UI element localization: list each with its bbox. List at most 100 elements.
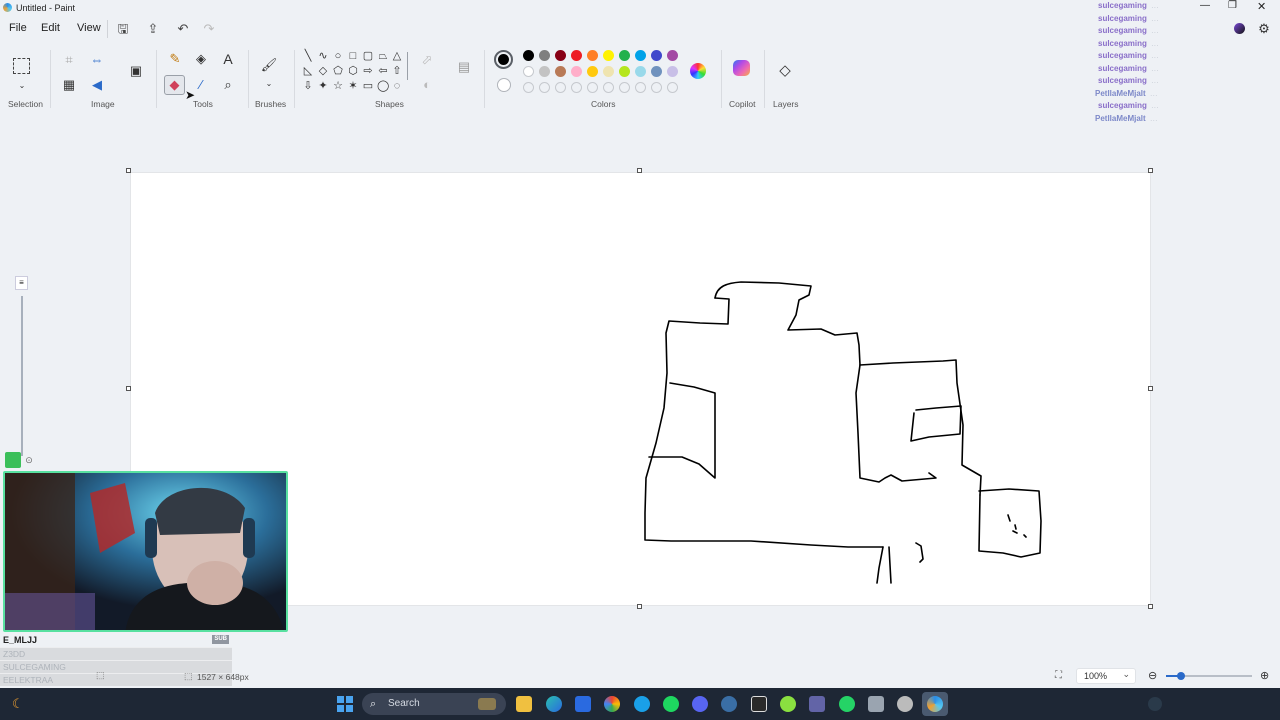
callout-oval-shape-icon[interactable]: ◯ [377,80,389,92]
color-swatch[interactable] [619,66,630,77]
pentagon-shape-icon[interactable]: ⬠ [332,65,344,77]
color-swatch[interactable] [651,66,662,77]
custom-color-slot[interactable] [667,82,678,93]
skype-icon[interactable] [634,696,650,712]
spotify-icon[interactable] [663,696,679,712]
rounded-rectangle-shape-icon[interactable]: ▢ [362,50,374,62]
crop-icon[interactable]: ⌗ [60,51,78,69]
resize-handle[interactable] [126,386,131,391]
five-point-star-shape-icon[interactable]: ☆ [332,80,344,92]
rectangle-shape-icon[interactable]: □ [347,50,359,62]
callout-cloud-shape-icon[interactable]: ◌ [391,80,403,92]
selection-rect-icon[interactable] [13,58,30,74]
chevron-down-icon[interactable]: ⌄ [13,77,31,95]
diamond-shape-icon[interactable]: ◇ [317,65,329,77]
edge-icon[interactable] [546,696,562,712]
save-icon[interactable]: 🖫 [115,21,131,37]
steam-icon[interactable] [721,696,737,712]
start-button[interactable] [337,696,353,712]
teams-icon[interactable] [809,696,825,712]
line-shape-icon[interactable]: ╲ [302,50,314,62]
color-swatch[interactable] [651,50,662,61]
right-triangle-shape-icon[interactable]: ◺ [302,65,314,77]
razer-icon[interactable] [780,696,796,712]
hexagon-shape-icon[interactable]: ⬡ [347,65,359,77]
settings-gear-icon[interactable]: ⚙ [1255,20,1273,38]
up-arrow-shape-icon[interactable]: ⇧ [391,65,403,77]
color-swatch[interactable] [587,66,598,77]
taskbar-search[interactable]: ⌕ Search [362,693,506,715]
discord-icon[interactable] [692,696,708,712]
chrome-icon[interactable] [604,696,620,712]
color-swatch[interactable] [619,50,630,61]
text-tool-icon[interactable]: A [219,50,237,68]
resize-handle[interactable] [637,604,642,609]
zoom-select[interactable]: 100% ⌄ [1076,668,1136,684]
outline-icon[interactable]: ⬀ [418,51,436,69]
image-select-icon[interactable]: ▣ [127,62,145,80]
brush-icon[interactable]: 🖌 [260,56,278,74]
zoom-slider-thumb[interactable] [1177,672,1185,680]
pencil-icon[interactable]: ✎ [166,50,184,68]
layers-icon[interactable]: ◇ [776,62,794,80]
shapes-scrollbar[interactable] [407,52,408,80]
controller-icon[interactable] [868,696,884,712]
remove-background-icon[interactable]: ▦ [60,76,78,94]
shapes-more-icon[interactable]: ▤ [455,58,473,76]
fit-to-window-icon[interactable]: ⛶ [1055,670,1062,681]
six-point-star-shape-icon[interactable]: ✶ [347,80,359,92]
resize-handle[interactable] [1148,604,1153,609]
resize-handle[interactable] [1148,168,1153,173]
down-arrow-shape-icon[interactable]: ⇩ [302,80,314,92]
tray-icon[interactable] [1148,697,1162,711]
secondary-color[interactable] [497,78,511,92]
color-swatch[interactable] [587,50,598,61]
color-swatch[interactable] [635,66,646,77]
color-swatch[interactable] [539,66,550,77]
account-avatar[interactable] [1234,23,1245,34]
custom-color-slot[interactable] [587,82,598,93]
fill-icon[interactable]: ◐ [418,76,436,94]
color-swatch[interactable] [603,66,614,77]
resize-handle[interactable] [637,168,642,173]
copilot-icon[interactable] [733,60,750,76]
edit-colors-icon[interactable] [690,63,706,79]
rotate-icon[interactable]: ◀ [88,76,106,94]
whatsapp-icon[interactable] [839,696,855,712]
brush-size-slider[interactable]: ≡ [12,276,32,466]
polygon-shape-icon[interactable]: ⏢ [377,50,389,62]
color-swatch[interactable] [667,66,678,77]
fill-bucket-icon[interactable]: ◈ [192,50,210,68]
oval-shape-icon[interactable]: ○ [332,50,344,62]
color-swatch[interactable] [667,50,678,61]
color-swatch[interactable] [523,66,534,77]
color-swatch[interactable] [571,50,582,61]
color-swatch[interactable] [603,50,614,61]
obs-icon[interactable] [897,696,913,712]
store-icon[interactable] [575,696,591,712]
zoom-in-icon[interactable]: ⊕ [1260,669,1269,682]
menu-view[interactable]: View [77,22,101,34]
custom-color-slot[interactable] [651,82,662,93]
zoom-out-icon[interactable]: ⊖ [1148,669,1157,682]
undo-icon[interactable]: ↶ [175,21,191,37]
color-swatch[interactable] [571,66,582,77]
color-swatch[interactable] [539,50,550,61]
zoom-slider[interactable] [1166,672,1252,680]
epic-games-icon[interactable] [751,696,767,712]
menu-file[interactable]: File [9,22,27,34]
right-arrow-shape-icon[interactable]: ⇨ [362,65,374,77]
custom-color-slot[interactable] [619,82,630,93]
redo-icon[interactable]: ↷ [201,21,217,37]
color-swatch[interactable] [635,50,646,61]
weather-icon[interactable]: ☾ [12,696,24,712]
color-swatch[interactable] [523,50,534,61]
callout-rect-shape-icon[interactable]: ▭ [362,80,374,92]
custom-color-slot[interactable] [555,82,566,93]
paint-taskbar-button[interactable] [922,692,948,716]
file-explorer-icon[interactable] [516,696,532,712]
four-point-star-shape-icon[interactable]: ✦ [317,80,329,92]
magnifier-icon[interactable]: ⌕ [219,76,237,94]
resize-handle[interactable] [126,168,131,173]
custom-color-slot[interactable] [539,82,550,93]
